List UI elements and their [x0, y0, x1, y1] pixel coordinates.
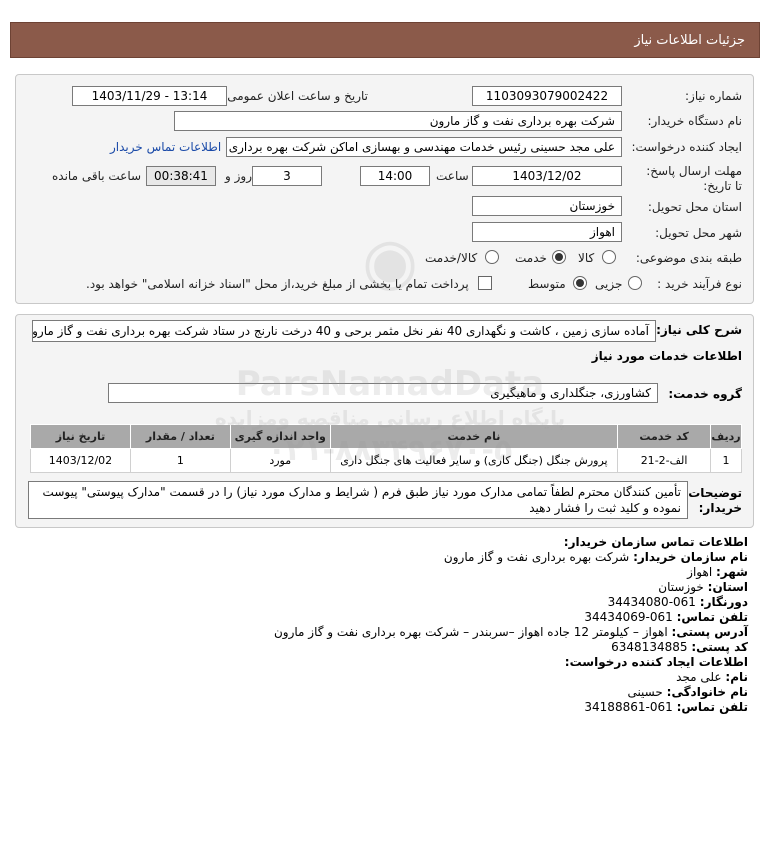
days-label: روز و: [225, 169, 252, 183]
announce-label: تاریخ و ساعت اعلان عمومی:: [223, 89, 368, 103]
col-name-header: نام خدمت: [329, 424, 619, 449]
category-goods-service-label: کالا/خدمت: [425, 251, 478, 265]
creator-family-row: نام خانوادگی: حسینی: [188, 685, 748, 700]
buyer-org-field[interactable]: شرکت بهره برداری نفت و گاز مارون: [174, 111, 622, 131]
city-field[interactable]: اهواز: [472, 222, 622, 242]
contact-province: خوزستان: [658, 580, 704, 594]
contact-phone-row: تلفن تماس: 061-34434069: [188, 610, 748, 625]
buyer-contact-link[interactable]: اطلاعات تماس خریدار: [110, 140, 221, 154]
deadline-date-field[interactable]: 1403/12/02: [472, 166, 622, 186]
cell-date: 1403/12/02: [30, 448, 131, 473]
contact-fax: 061-34434080: [607, 595, 696, 609]
contact-section: اطلاعات تماس سازمان خریدار: نام سازمان خ…: [188, 535, 748, 715]
page-header: جزئیات اطلاعات نیاز: [10, 22, 760, 58]
need-number-field[interactable]: 1103093079002422: [472, 86, 622, 106]
contact-title: اطلاعات تماس سازمان خریدار:: [563, 535, 748, 549]
creator-phone-row: تلفن تماس: 061-34188861: [188, 700, 748, 715]
province-label: استان محل تحویل:: [647, 200, 742, 214]
contact-phone: 061-34434069: [584, 610, 673, 624]
table-row[interactable]: 1 الف-2-21 پرورش جنگل (جنگل کاری) و سایر…: [30, 448, 742, 473]
notes-label: توضیحات خریدار:: [688, 486, 742, 515]
contact-address: اهواز – کیلومتر 12 جاده اهواز –سربندر – …: [273, 625, 668, 639]
province-field[interactable]: خوزستان: [472, 196, 622, 216]
need-number-label: شماره نیاز:: [685, 89, 742, 103]
service-group-field[interactable]: کشاورزی، جنگلداری و ماهیگیری: [108, 383, 658, 403]
contact-city-label: شهر:: [716, 565, 748, 579]
category-goods-label: کالا: [578, 251, 595, 265]
city-label: شهر محل تحویل:: [655, 226, 742, 240]
deadline-time-label: ساعت: [436, 169, 469, 183]
creator-field[interactable]: علی مجد حسینی رئیس خدمات مهندسی و بهسازی…: [226, 137, 622, 157]
deadline-time-field[interactable]: 14:00: [360, 166, 430, 186]
creator-name-label: نام:: [725, 670, 748, 684]
col-qty-header: تعداد / مقدار: [129, 424, 231, 449]
services-table: ردیف کد خدمت نام خدمت واحد اندازه گیری ت…: [30, 424, 742, 473]
process-minor-radio[interactable]: [628, 276, 642, 290]
category-service-radio[interactable]: [552, 250, 566, 264]
creator-info-title: اطلاعات ایجاد کننده درخواست:: [564, 655, 748, 669]
cell-name: پرورش جنگل (جنگل کاری) و سایر فعالیت های…: [329, 448, 619, 473]
notes-field[interactable]: تأمین کنندگان محترم لطفاً تمامی مدارک مو…: [28, 481, 688, 519]
contact-postal-row: کد پستی: 6348134885: [188, 640, 748, 655]
cell-row: 1: [710, 448, 742, 473]
contact-address-row: آدرس پستی: اهواز – کیلومتر 12 جاده اهواز…: [188, 625, 748, 640]
contact-postal-label: کد پستی:: [691, 640, 748, 654]
remaining-label: ساعت باقی مانده: [52, 169, 142, 183]
contact-postal: 6348134885: [611, 640, 688, 654]
buyer-org-label: نام دستگاه خریدار:: [647, 114, 743, 128]
treasury-payment-checkbox[interactable]: [478, 276, 492, 290]
category-service-label: خدمت: [515, 251, 547, 265]
table-header-row: ردیف کد خدمت نام خدمت واحد اندازه گیری ت…: [30, 424, 742, 449]
summary-label: شرح کلی نیاز:: [656, 323, 742, 337]
contact-phone-label: تلفن تماس:: [676, 610, 748, 624]
col-date-header: تاریخ نیاز: [30, 424, 131, 449]
deadline-label: مهلت ارسال پاسخ: تا تاریخ:: [646, 164, 742, 193]
services-title: اطلاعات خدمات مورد نیاز: [591, 349, 742, 363]
contact-fax-row: دورنگار: 061-34434080: [188, 595, 748, 610]
creator-family-label: نام خانوادگی:: [666, 685, 748, 699]
creator-phone-label: تلفن تماس:: [676, 700, 748, 714]
summary-field[interactable]: آماده سازی زمین ، کاشت و نگهداری 40 نفر …: [32, 320, 656, 342]
contact-org-label: نام سازمان خریدار:: [633, 550, 748, 564]
process-label: نوع فرآیند خرید :: [657, 277, 742, 291]
contact-fax-label: دورنگار:: [699, 595, 748, 609]
cell-unit: مورد: [229, 448, 331, 473]
creator-name-row: نام: علی مجد: [188, 670, 748, 685]
creator-family: حسینی: [627, 685, 663, 699]
service-group-label: گروه خدمت:: [668, 387, 742, 401]
creator-name: علی مجد: [676, 670, 722, 684]
treasury-payment-note: پرداخت تمام یا بخشی از مبلغ خرید،از محل …: [86, 277, 469, 291]
process-medium-label: متوسط: [528, 277, 566, 291]
page-title: جزئیات اطلاعات نیاز: [634, 33, 745, 48]
category-goods-service-radio[interactable]: [485, 250, 499, 264]
creator-phone: 061-34188861: [584, 700, 673, 714]
process-minor-label: جزیی: [595, 277, 623, 291]
contact-province-label: استان:: [707, 580, 748, 594]
contact-city-row: شهر: اهواز: [188, 565, 748, 580]
contact-address-label: آدرس پستی:: [671, 625, 748, 639]
contact-org: شرکت بهره برداری نفت و گاز مارون: [443, 550, 630, 564]
col-code-header: کد خدمت: [617, 424, 712, 449]
process-medium-radio[interactable]: [573, 276, 587, 290]
col-unit-header: واحد اندازه گیری: [229, 424, 331, 449]
creator-label: ایجاد کننده درخواست:: [631, 140, 742, 154]
cell-code: الف-2-21: [617, 448, 712, 473]
days-field[interactable]: 3: [252, 166, 322, 186]
contact-province-row: استان: خوزستان: [188, 580, 748, 595]
announce-field[interactable]: 1403/11/29 - 13:14: [72, 86, 227, 106]
remaining-time-field: 00:38:41: [146, 166, 216, 186]
cell-qty: 1: [129, 448, 231, 473]
category-goods-radio[interactable]: [602, 250, 616, 264]
contact-city: اهواز: [687, 565, 713, 579]
contact-org-row: نام سازمان خریدار: شرکت بهره برداری نفت …: [188, 550, 748, 565]
category-label: طبقه بندی موضوعی:: [635, 251, 742, 265]
col-row-header: ردیف: [710, 424, 742, 449]
